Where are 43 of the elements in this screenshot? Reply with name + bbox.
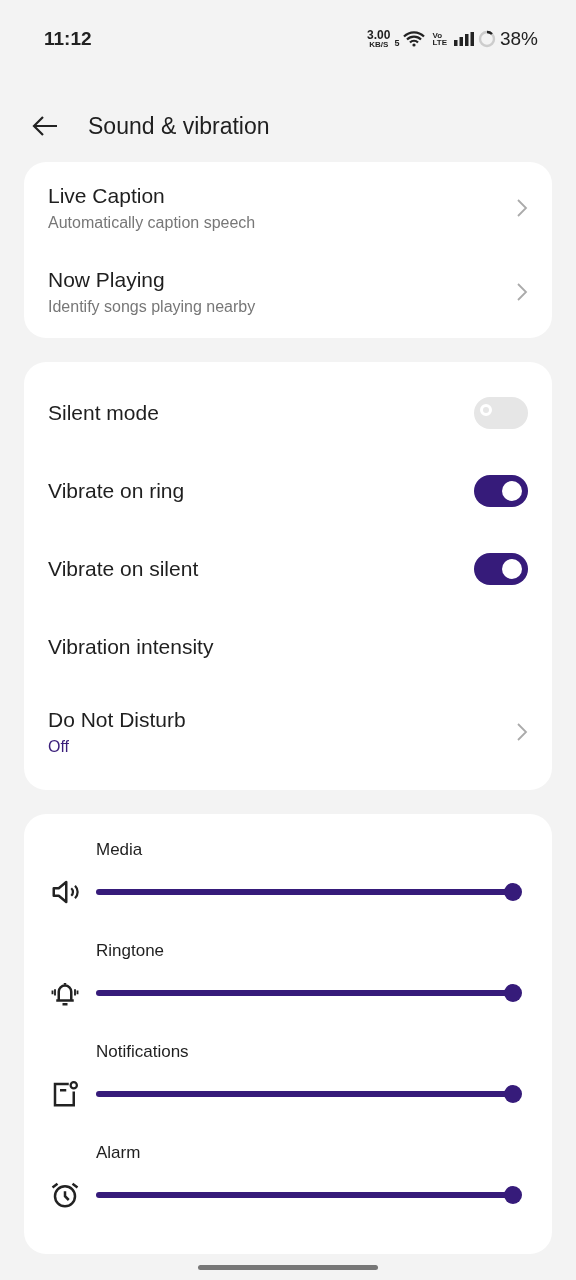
settings-item[interactable]: Vibrate on silent <box>24 530 552 608</box>
wifi-icon <box>403 31 426 47</box>
battery-percent: 38% <box>499 28 538 50</box>
item-subtitle: Identify songs playing nearby <box>48 298 256 316</box>
signal-icon <box>453 32 474 46</box>
slider-label: Media <box>96 840 144 861</box>
volte-label: Vo <box>432 31 444 39</box>
item-title: Silent mode <box>48 401 159 425</box>
settings-item[interactable]: Silent mode <box>24 374 552 452</box>
slider-label: Alarm <box>96 1143 142 1164</box>
item-value: Off <box>48 738 71 756</box>
item-title: Do Not Disturb <box>48 708 186 732</box>
network-speed: 3.00 <box>367 29 391 41</box>
toggle-switch[interactable] <box>474 397 528 429</box>
page-title: Sound & vibration <box>88 112 270 140</box>
volume-slider[interactable] <box>96 983 524 1003</box>
toggle-switch[interactable] <box>474 553 528 585</box>
item-title: Vibration intensity <box>48 635 214 659</box>
item-title: Now Playing <box>48 268 166 292</box>
settings-item[interactable]: Vibration intensity <box>24 608 552 686</box>
battery-icon <box>477 30 496 48</box>
speed-unit: KB/S <box>369 41 389 49</box>
settings-item[interactable]: Vibrate on ring <box>24 452 552 530</box>
settings-item[interactable]: Now Playing Identify songs playing nearby <box>24 246 552 338</box>
alarm-clock-icon <box>50 1180 80 1210</box>
chevron-right-icon <box>516 198 528 218</box>
volume-slider[interactable] <box>96 1185 524 1205</box>
item-subtitle: Automatically caption speech <box>48 214 256 232</box>
chevron-right-icon <box>516 722 528 742</box>
slider-label: Ringtone <box>96 941 166 962</box>
lte-label: LTE <box>432 39 447 47</box>
volume-slider[interactable] <box>96 1084 524 1104</box>
item-title: Vibrate on ring <box>48 479 185 503</box>
slider-label: Notifications <box>96 1042 190 1063</box>
settings-item[interactable]: Do Not Disturb Off <box>24 686 552 778</box>
clock-time: 11:12 <box>44 28 92 50</box>
item-title: Live Caption <box>48 184 166 208</box>
chevron-right-icon <box>516 282 528 302</box>
settings-item[interactable]: Live Caption Automatically caption speech <box>24 162 552 246</box>
volume-slider[interactable] <box>96 882 524 902</box>
wifi-band-label: 5 <box>394 38 400 48</box>
toggle-switch[interactable] <box>474 475 528 507</box>
item-title: Vibrate on silent <box>48 557 199 581</box>
